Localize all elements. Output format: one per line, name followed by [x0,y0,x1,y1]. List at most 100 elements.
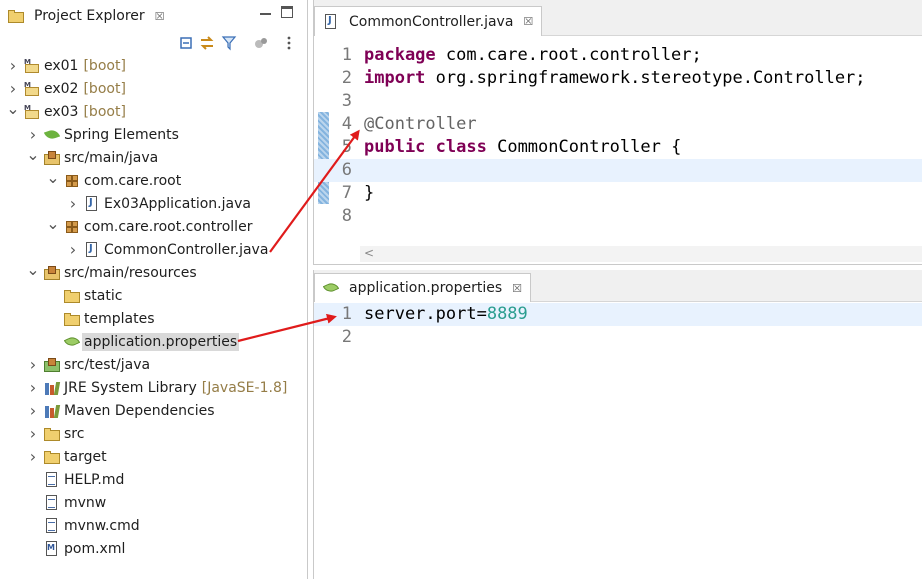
tree-item-application-properties[interactable]: application.properties [46,330,240,353]
chevron-down-icon[interactable]: ⌄ [46,214,60,233]
package-icon [64,173,80,189]
chevron-right-icon[interactable]: › [66,240,80,259]
maximize-icon[interactable] [281,6,293,18]
folder-icon [44,426,60,442]
chevron-right-icon[interactable]: › [26,401,40,420]
chevron-down-icon[interactable]: ⌄ [26,145,40,164]
tree-item-com-care-root[interactable]: ⌄ com.care.root [46,168,181,192]
project-explorer-icon [8,8,24,24]
line-source: public class CommonController { [364,136,681,159]
package-icon [64,219,80,235]
keyword-token: import [364,68,426,88]
tree-item-label: application.properties [82,332,240,351]
tree-item-label: ex02 [44,80,79,97]
code-line[interactable]: 3 [314,90,922,113]
horizontal-scrollbar[interactable]: < [360,246,922,262]
properties-file-icon [323,280,339,296]
chevron-right-icon[interactable]: › [6,79,20,98]
properties-code-area[interactable]: 1 server.port=8889 2 [314,303,922,363]
tree-item-label: src/main/resources [64,264,197,281]
text-token: com.care.root.controller; [435,45,702,65]
maven-project-icon: M [24,81,40,97]
tree-item-help-md[interactable]: HELP.md [26,468,124,491]
tree-item-label: com.care.root.controller [84,218,253,235]
tree-item-com-care-root-controller[interactable]: ⌄ com.care.root.controller [46,214,253,238]
chevron-down-icon[interactable]: ⌄ [46,168,60,187]
tab-application-properties[interactable]: application.properties ☒ [314,273,531,302]
tree-item-maven-dependencies[interactable]: › Maven Dependencies [26,399,215,422]
annotation-token: @Controller [364,114,477,134]
tree-item-ex02[interactable]: › Mex02 [boot] [6,77,126,100]
view-menu-icon[interactable] [281,35,297,51]
maven-project-icon: M [24,58,40,74]
line-source: } [364,182,374,205]
code-line[interactable]: 7} [314,182,922,205]
tree-item-mvnw[interactable]: mvnw [26,491,106,514]
current-line[interactable]: 6 [314,159,922,182]
close-icon[interactable]: ☒ [512,282,522,295]
close-icon[interactable]: ☒ [155,10,165,23]
close-icon[interactable]: ☒ [523,15,533,28]
source-folder-icon [44,265,60,281]
tree-item-spring-elements[interactable]: › Spring Elements [26,123,179,146]
tree-item-label: ex03 [44,103,79,120]
tree-item-jre-system-library[interactable]: › JRE System Library [JavaSE-1.8] [26,376,288,399]
test-source-folder-icon [44,357,60,373]
chevron-right-icon[interactable]: › [26,125,40,144]
chevron-right-icon[interactable]: › [26,355,40,374]
code-line[interactable]: 1 package com.care.root.controller; [314,44,922,67]
tree-item-ex03application-java[interactable]: › Ex03Application.java [66,192,251,215]
tree-item-ex01[interactable]: › Mex01 [boot] [6,54,126,77]
current-line[interactable]: 1 server.port=8889 [314,303,922,326]
properties-editor: application.properties ☒ 1 server.port=88… [313,270,922,579]
tree-item-static[interactable]: static [46,284,122,307]
tab-common-controller-java[interactable]: CommonController.java ☒ [314,6,543,36]
filter-icon[interactable] [221,35,237,51]
text-token: org.springframework.stereotype.Controlle… [425,68,866,88]
properties-file-icon [64,334,80,350]
chevron-right-icon[interactable]: › [6,56,20,75]
tree-item-src-main-java[interactable]: ⌄ src/main/java [26,145,158,169]
scroll-left-icon[interactable]: < [364,246,374,260]
chevron-down-icon[interactable]: ⌄ [26,260,40,279]
code-line[interactable]: 5 public class CommonController { [314,136,922,159]
minimize-icon[interactable] [260,6,272,18]
chevron-right-icon[interactable]: › [66,194,80,213]
chevron-right-icon[interactable]: › [26,447,40,466]
collapse-all-icon[interactable] [178,35,194,51]
tab-label: application.properties [349,280,503,296]
library-icon [44,380,61,396]
code-line[interactable]: 2 import org.springframework.stereotype.C… [314,67,922,90]
library-icon [44,403,61,419]
chevron-right-icon[interactable]: › [26,424,40,443]
tree-item-src[interactable]: › src [26,422,85,445]
line-number: 7 [341,183,352,203]
tree-item-commoncontroller-java[interactable]: › CommonController.java [66,238,269,261]
java-code-area[interactable]: 1 package com.care.root.controller; 2 impor… [314,44,922,229]
code-line[interactable]: 8 [314,205,922,228]
code-line[interactable]: 2 [314,326,922,349]
chevron-right-icon[interactable]: › [26,378,40,397]
code-line[interactable]: 4 @Controller [314,113,922,136]
link-with-editor-icon[interactable] [199,35,215,51]
tree-item-mvnw-cmd[interactable]: mvnw.cmd [26,514,140,537]
line-source: import org.springframework.stereotype.Co… [364,67,866,90]
line-number: 5 [341,137,352,157]
tree-item-target[interactable]: › target [26,445,107,468]
tree-item-pom-xml[interactable]: pom.xml [26,537,125,560]
focus-icon[interactable] [253,35,269,51]
tree-item-src-test-java[interactable]: › src/test/java [26,353,150,376]
tab-label: CommonController.java [349,13,514,30]
chevron-down-icon[interactable]: ⌄ [6,99,20,118]
tree-item-templates[interactable]: templates [46,307,155,330]
explorer-tab-bar: Project Explorer ☒ [0,0,307,32]
tree-item-src-main-resources[interactable]: ⌄ src/main/resources [26,260,197,284]
project-explorer-tab[interactable]: Project Explorer ☒ [2,4,171,28]
tree-item-ex03[interactable]: ⌄ Mex03 [boot] [6,99,126,123]
line-number: 3 [341,91,352,111]
